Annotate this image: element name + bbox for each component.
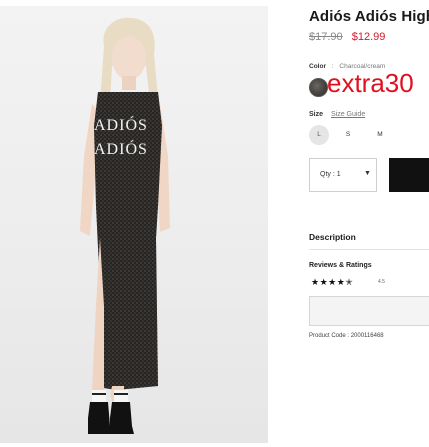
write-review-box[interactable] [309,296,429,326]
size-row: Size Size Guide [309,111,365,118]
promo-code-overlay: extra30 [327,68,414,98]
product-title: Adiós Adiós High [309,8,429,25]
size-guide-link[interactable]: Size Guide [331,111,365,118]
product-code: Product Code : 2000116468 [309,333,384,339]
price-block: $17.90 $12.99 [309,31,385,43]
size-option-l[interactable]: L [309,125,329,145]
size-option-s[interactable]: S [338,125,358,145]
quantity-value: Qty : 1 [320,171,341,178]
quantity-select[interactable]: Qty : 1 ▼ [309,158,377,192]
rating-value: 4.5 [378,279,385,285]
add-to-bag-button[interactable] [389,158,429,192]
size-option-m[interactable]: M [370,125,390,145]
chevron-down-icon: ▼ [364,170,371,177]
product-image[interactable]: ADIÓS ADIÓS [0,6,268,443]
shirt-print-line2: ADIÓS [94,139,148,158]
star-rating-icon: ★★★★✭ [311,277,354,287]
divider [309,249,429,250]
model-illustration: ADIÓS ADIÓS [80,17,170,434]
reviews-heading: Reviews & Ratings [309,262,372,269]
color-swatch-charcoal[interactable] [309,78,328,97]
sale-price: $12.99 [351,31,386,43]
description-heading[interactable]: Description [309,232,356,242]
original-price: $17.90 [309,31,343,43]
shirt-print-line1: ADIÓS [94,115,148,134]
size-label: Size [309,111,324,118]
color-label: Color [309,63,326,70]
